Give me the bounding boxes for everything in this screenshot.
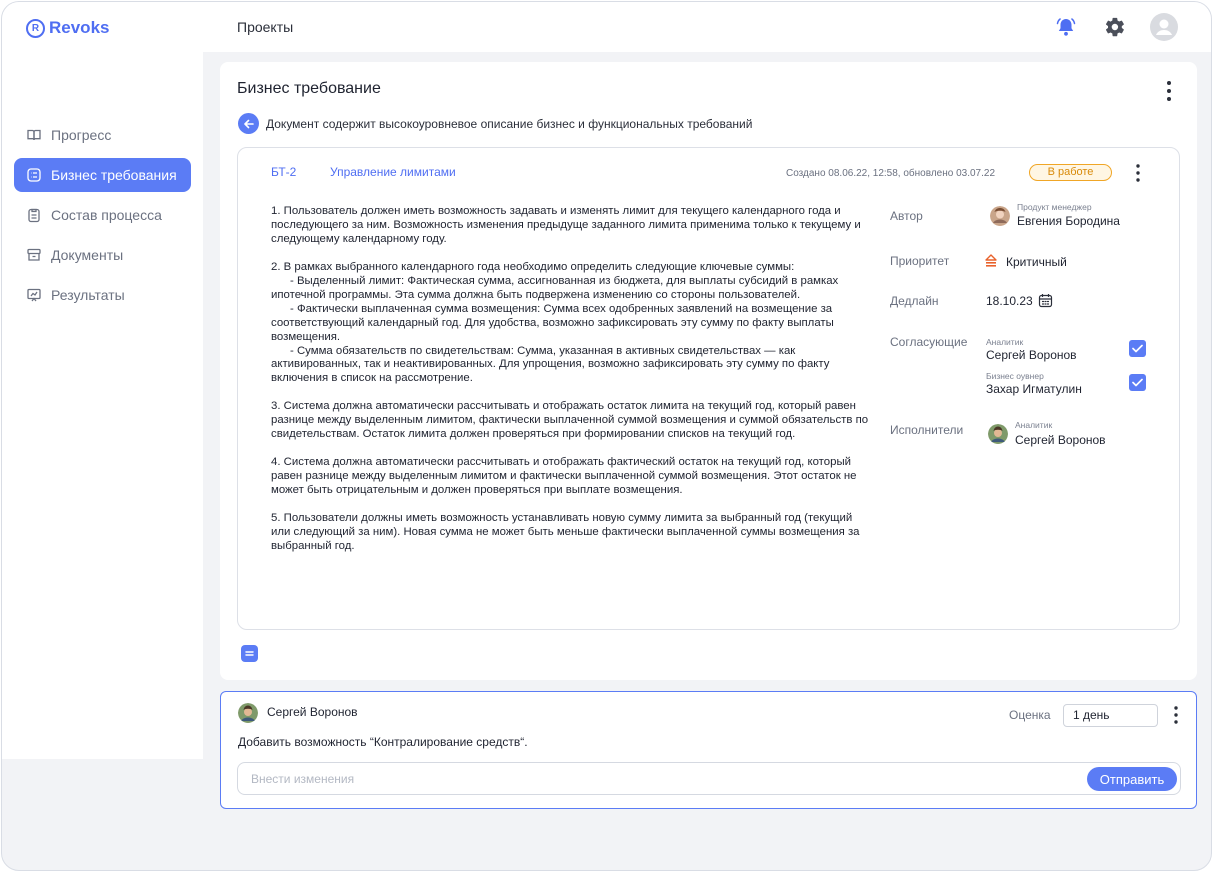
logo-icon: R <box>26 18 45 38</box>
logo[interactable]: R Revoks <box>26 18 109 38</box>
comment-text: Добавить возможность “Контралирование ср… <box>238 735 528 749</box>
sidebar-item-label: Результаты <box>51 287 125 303</box>
requirement-body: 1. Пользователь должен иметь возможность… <box>271 205 871 554</box>
sidebar-item-results[interactable]: Результаты <box>14 278 191 312</box>
executor-role: Аналитик <box>1015 420 1053 430</box>
sidebar-item-label: Документы <box>51 247 124 263</box>
archive-icon <box>27 248 41 261</box>
sidebar-item-label: Прогресс <box>51 127 112 143</box>
requirement-card: Бизнес требование Документ содержит высо… <box>220 62 1197 680</box>
card-title: Бизнес требование <box>237 80 381 97</box>
requirement-panel: БТ-2 Управление лимитами Создано 08.06.2… <box>237 147 1180 630</box>
approver-checkbox[interactable] <box>1129 374 1146 391</box>
presentation-icon <box>27 288 41 302</box>
sidebar-item-documents[interactable]: Документы <box>14 238 191 272</box>
more-vertical-icon[interactable] <box>1161 78 1177 104</box>
body-paragraph: 5. Пользователи должны иметь возможность… <box>271 511 863 552</box>
document-icon[interactable] <box>241 645 258 662</box>
executors-label: Исполнители <box>890 423 964 437</box>
requirement-id[interactable]: БТ-2 <box>271 165 296 179</box>
author-avatar[interactable] <box>990 206 1010 226</box>
body-paragraph: 2. В рамках выбранного календарного года… <box>271 260 795 273</box>
approver-role: Аналитик <box>986 337 1024 347</box>
comment-input[interactable] <box>237 762 1181 795</box>
body-paragraph: 1. Пользователь должен иметь возможность… <box>271 205 864 245</box>
sidebar-nav: Прогресс Бизнес требования Состав процес… <box>14 118 191 318</box>
estimate-label: Оценка <box>1009 708 1051 722</box>
executor-avatar[interactable] <box>988 424 1008 444</box>
user-avatar-icon[interactable] <box>1150 13 1178 41</box>
sidebar-item-process[interactable]: Состав процесса <box>14 198 191 232</box>
clipboard-icon <box>28 208 40 223</box>
comment-box: Сергей Воронов Оценка 1 день Добавить во… <box>220 691 1197 809</box>
body-paragraph: 3. Система должна автоматически рассчиты… <box>271 400 872 441</box>
author-label: Автор <box>890 209 923 223</box>
approver-name: Сергей Воронов <box>986 348 1077 362</box>
created-timestamp: Создано 08.06.22, 12:58, обновлено 03.07… <box>786 168 995 179</box>
list-icon <box>27 168 41 182</box>
priority-high-icon <box>985 254 997 272</box>
estimate-select[interactable]: 1 день <box>1063 704 1158 727</box>
requirement-more-icon[interactable] <box>1131 162 1145 184</box>
comment-author: Сергей Воронов <box>267 705 358 719</box>
gear-icon[interactable] <box>1102 14 1128 40</box>
sidebar: R Revoks Прогресс Бизнес требования Сост… <box>2 2 203 759</box>
sidebar-item-progress[interactable]: Прогресс <box>14 118 191 152</box>
comment-more-icon[interactable] <box>1169 704 1183 726</box>
approver-name: Захар Игматулин <box>986 382 1082 396</box>
author-role: Продукт менеджер <box>1017 202 1092 212</box>
app-window: R Revoks Прогресс Бизнес требования Сост… <box>1 1 1212 871</box>
body-paragraph: - Выделенный лимит: Фактическая сумма, а… <box>271 274 842 301</box>
calendar-icon[interactable] <box>1038 293 1053 313</box>
body-paragraph: - Фактически выплаченная сумма возмещени… <box>271 302 837 343</box>
back-arrow-icon[interactable] <box>238 113 259 134</box>
status-badge[interactable]: В работе <box>1029 164 1112 181</box>
approver-checkbox[interactable] <box>1129 340 1146 357</box>
sidebar-item-business-requirements[interactable]: Бизнес требования <box>14 158 191 192</box>
executor-name: Сергей Воронов <box>1015 433 1106 447</box>
approvers-label: Согласующие <box>890 335 968 349</box>
priority-label: Приоритет <box>890 254 950 268</box>
bell-icon[interactable] <box>1053 14 1079 40</box>
card-description: Документ содержит высокоуровневое описан… <box>266 116 753 131</box>
deadline-value[interactable]: 18.10.23 <box>986 294 1033 308</box>
sidebar-item-label: Бизнес требования <box>51 167 177 183</box>
sidebar-item-label: Состав процесса <box>51 207 162 223</box>
deadline-label: Дедлайн <box>890 294 939 308</box>
page-title: Проекты <box>237 19 294 35</box>
approver-role: Бизнес оувнер <box>986 371 1044 381</box>
top-bar: Проекты <box>203 2 1211 52</box>
body-paragraph: - Сумма обязательств по свидетельствам: … <box>271 344 833 385</box>
app-name: Revoks <box>49 18 110 37</box>
requirement-name[interactable]: Управление лимитами <box>330 165 456 179</box>
priority-value[interactable]: Критичный <box>1006 255 1067 269</box>
book-icon <box>27 129 41 141</box>
body-paragraph: 4. Система должна автоматически рассчиты… <box>271 456 860 497</box>
comment-author-avatar[interactable] <box>238 703 258 723</box>
description-row: Документ содержит высокоуровневое описан… <box>238 113 752 134</box>
send-button[interactable]: Отправить <box>1087 767 1177 791</box>
author-name: Евгения Бородина <box>1017 214 1120 228</box>
